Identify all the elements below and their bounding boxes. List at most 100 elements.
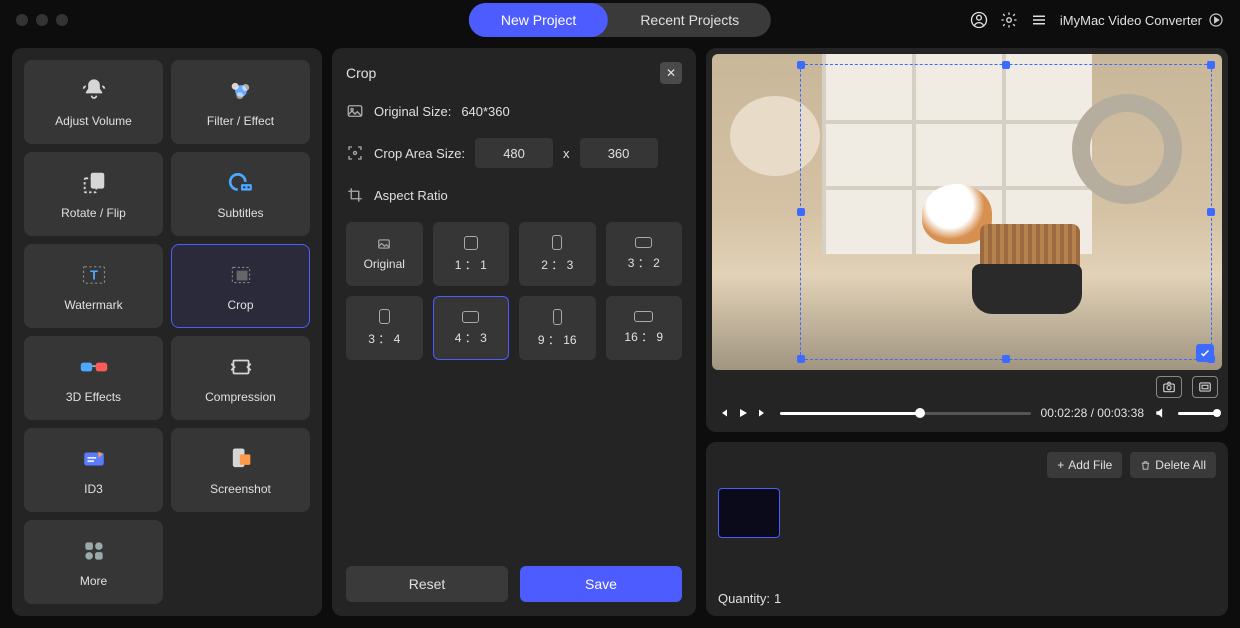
tool-crop[interactable]: Crop bbox=[171, 244, 310, 328]
crop-handle-n[interactable] bbox=[1002, 61, 1010, 69]
minimize-window[interactable] bbox=[36, 14, 48, 26]
tool-label: Rotate / Flip bbox=[61, 206, 126, 220]
file-thumbnail[interactable] bbox=[718, 488, 780, 538]
playback-bar: 00:02:28 / 00:03:38 bbox=[712, 400, 1222, 426]
tab-recent-projects[interactable]: Recent Projects bbox=[608, 3, 771, 37]
current-time: 00:02:28 bbox=[1041, 406, 1088, 420]
tool-label: 3D Effects bbox=[66, 390, 121, 404]
titlebar: New Project Recent Projects iMyMac Video… bbox=[0, 0, 1240, 40]
crop-handle-ne[interactable] bbox=[1207, 61, 1215, 69]
tool-rotate-flip[interactable]: Rotate / Flip bbox=[24, 152, 163, 236]
tool-screenshot[interactable]: Screenshot bbox=[171, 428, 310, 512]
ratio-original[interactable]: Original bbox=[346, 222, 423, 286]
ratio-shape bbox=[379, 309, 390, 324]
sparkle-icon bbox=[226, 76, 256, 106]
play-button[interactable] bbox=[736, 406, 750, 420]
crop-size-separator: x bbox=[563, 146, 570, 161]
check-icon bbox=[1199, 347, 1211, 359]
ratio-3-2[interactable]: 3 ： 2 bbox=[606, 222, 683, 286]
account-icon[interactable] bbox=[970, 11, 988, 29]
screenshot-icon bbox=[226, 444, 256, 474]
ratio-label: 1 ： 1 bbox=[455, 256, 487, 273]
crop-icon bbox=[226, 260, 256, 290]
camera-icon bbox=[1161, 380, 1177, 394]
compress-icon bbox=[226, 352, 256, 382]
app-window: New Project Recent Projects iMyMac Video… bbox=[0, 0, 1240, 628]
reset-button[interactable]: Reset bbox=[346, 566, 508, 602]
ratio-label: 9 ： 16 bbox=[538, 331, 577, 348]
next-frame-button[interactable] bbox=[756, 406, 770, 420]
aspect-ratio-header: Aspect Ratio bbox=[346, 186, 682, 204]
total-time: 00:03:38 bbox=[1097, 406, 1144, 420]
bell-icon bbox=[79, 76, 109, 106]
tool-subtitles[interactable]: Subtitles bbox=[171, 152, 310, 236]
ratio-shape bbox=[552, 235, 562, 250]
crop-handle-nw[interactable] bbox=[797, 61, 805, 69]
ratio-4-3[interactable]: 4 ： 3 bbox=[433, 296, 510, 360]
delete-all-label: Delete All bbox=[1155, 458, 1206, 472]
tool-label: More bbox=[80, 574, 107, 588]
original-size-value: 640*360 bbox=[461, 104, 509, 119]
ratio-label: 16 ： 9 bbox=[624, 328, 663, 345]
project-tabs: New Project Recent Projects bbox=[469, 3, 771, 37]
tool-3d-effects[interactable]: 3D Effects bbox=[24, 336, 163, 420]
tool-id3[interactable]: ID3 bbox=[24, 428, 163, 512]
glasses-icon bbox=[79, 352, 109, 382]
content-area: Adjust Volume Filter / Effect Rotate / F… bbox=[0, 40, 1240, 628]
menu-icon[interactable] bbox=[1030, 11, 1048, 29]
volume-button[interactable] bbox=[1154, 406, 1168, 420]
queue-actions: + Add File Delete All bbox=[718, 452, 1216, 478]
original-size-row: Original Size: 640*360 bbox=[346, 102, 682, 120]
crop-size-row: Crop Area Size: x bbox=[346, 138, 682, 168]
progress-bar[interactable] bbox=[780, 412, 1031, 415]
crop-selection[interactable] bbox=[800, 64, 1212, 360]
preview-column: 00:02:28 / 00:03:38 + Add File bbox=[706, 48, 1228, 616]
crop-handle-w[interactable] bbox=[797, 208, 805, 216]
add-file-button[interactable]: + Add File bbox=[1047, 452, 1122, 478]
crop-handle-sw[interactable] bbox=[797, 355, 805, 363]
aspect-ratio-label: Aspect Ratio bbox=[374, 188, 448, 203]
ratio-label: Original bbox=[364, 257, 405, 271]
tool-filter-effect[interactable]: Filter / Effect bbox=[171, 60, 310, 144]
crop-height-input[interactable] bbox=[580, 138, 658, 168]
prev-frame-button[interactable] bbox=[716, 406, 730, 420]
tool-more[interactable]: More bbox=[24, 520, 163, 604]
ratio-1-1[interactable]: 1 ： 1 bbox=[433, 222, 510, 286]
crop-square-icon bbox=[346, 186, 364, 204]
ratio-3-4[interactable]: 3 ： 4 bbox=[346, 296, 423, 360]
ratio-2-3[interactable]: 2 ： 3 bbox=[519, 222, 596, 286]
close-window[interactable] bbox=[16, 14, 28, 26]
ratio-label: 4 ： 3 bbox=[455, 329, 487, 346]
maximize-window[interactable] bbox=[56, 14, 68, 26]
crop-width-input[interactable] bbox=[475, 138, 553, 168]
progress-knob[interactable] bbox=[915, 408, 925, 418]
fullscreen-button[interactable] bbox=[1192, 376, 1218, 398]
quantity-value: 1 bbox=[774, 591, 781, 606]
tool-adjust-volume[interactable]: Adjust Volume bbox=[24, 60, 163, 144]
crop-size-label: Crop Area Size: bbox=[374, 146, 465, 161]
preview-toolbar bbox=[712, 370, 1222, 400]
delete-all-button[interactable]: Delete All bbox=[1130, 452, 1216, 478]
panel-header: Crop ✕ bbox=[346, 62, 682, 84]
tool-watermark[interactable]: T Watermark bbox=[24, 244, 163, 328]
tool-compression[interactable]: Compression bbox=[171, 336, 310, 420]
ratio-9-16[interactable]: 9 ： 16 bbox=[519, 296, 596, 360]
ratio-16-9[interactable]: 16 ： 9 bbox=[606, 296, 683, 360]
ratio-shape bbox=[635, 237, 652, 248]
tab-new-project[interactable]: New Project bbox=[469, 3, 608, 37]
titlebar-right: iMyMac Video Converter bbox=[970, 11, 1224, 29]
time-display: 00:02:28 / 00:03:38 bbox=[1041, 406, 1144, 420]
gear-icon[interactable] bbox=[1000, 11, 1018, 29]
snapshot-button[interactable] bbox=[1156, 376, 1182, 398]
close-panel-button[interactable]: ✕ bbox=[660, 62, 682, 84]
volume-knob[interactable] bbox=[1213, 409, 1221, 417]
crop-handle-s[interactable] bbox=[1002, 355, 1010, 363]
volume-slider[interactable] bbox=[1178, 412, 1218, 415]
save-button[interactable]: Save bbox=[520, 566, 682, 602]
play-controls bbox=[716, 406, 770, 420]
ratio-shape bbox=[462, 311, 479, 323]
video-preview[interactable] bbox=[712, 54, 1222, 370]
crop-handle-e[interactable] bbox=[1207, 208, 1215, 216]
app-title-label: iMyMac Video Converter bbox=[1060, 13, 1202, 28]
preview-check-badge[interactable] bbox=[1196, 344, 1214, 362]
